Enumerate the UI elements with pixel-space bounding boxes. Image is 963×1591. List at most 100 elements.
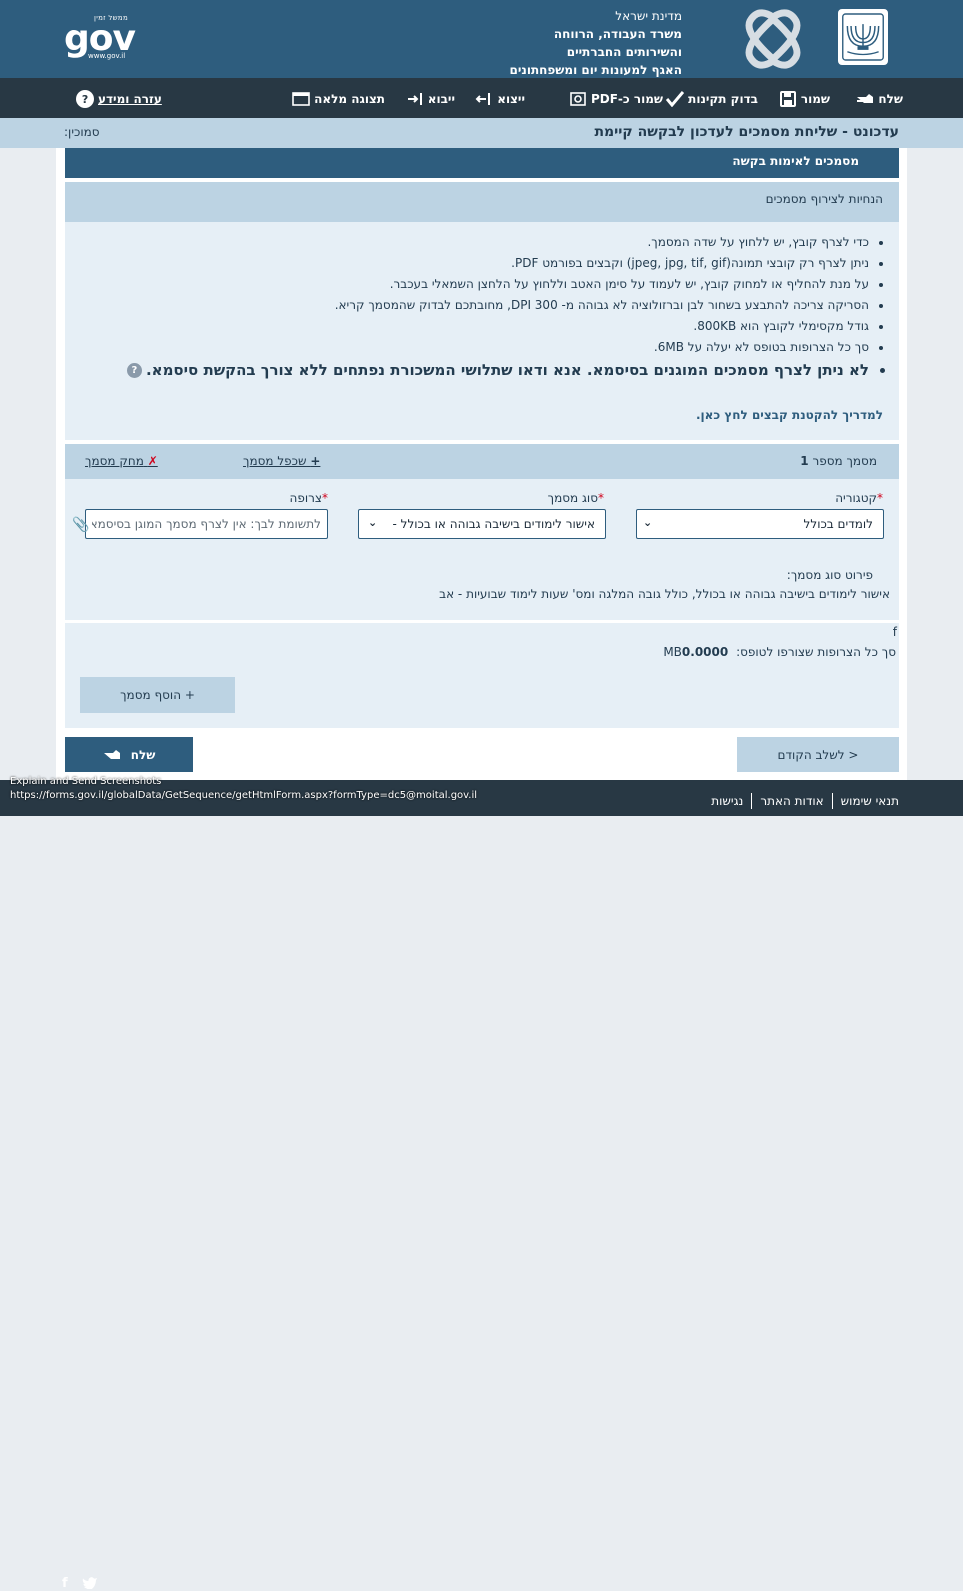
password-warning: לא ניתן לצרף מסמכים המוגנים בסיסמא. אנא … [83,358,869,382]
import-label: ייבוא [427,92,455,106]
question-icon[interactable]: ? [126,363,142,378]
site-header: מדינת ישראל משרד העבודה, הרווחה והשירותי… [0,0,963,78]
doc-type-value: אישור לימודים בישיבה גבוהה או בכולל - [392,517,596,531]
instruction-item: ניתן לצרף רק קובצי תמונה(jpeg, jpg, tif,… [83,253,869,274]
send-hand-icon [103,749,120,759]
import-icon [407,93,422,105]
save-label: שמור [800,92,830,106]
export-label: ייצוא [497,92,525,106]
delete-document-button[interactable]: ✗ מחק מסמך [85,454,158,468]
import-toolbar-button[interactable]: ייבוא [406,88,455,110]
instruction-item: כדי לצרף קובץ, יש ללחוץ על שדה המסמך. [83,232,869,253]
previous-step-button[interactable]: < לשלב הקודם [737,737,899,772]
chevron-down-icon: ⌄ [643,516,653,529]
stray-char: f [892,625,897,639]
help-icon: ? [76,90,94,108]
paperclip-icon[interactable]: 📎 [72,517,89,533]
validate-toolbar-button[interactable]: בדוק תקינות [666,88,758,110]
send-label: שלח [878,92,903,106]
pdf-icon [570,92,586,106]
form-toolbar: שלח שמור בדוק תקינות שמור כ-PDF ייצוא יי… [0,78,963,118]
plus-icon: + [310,454,321,468]
doc-type-select[interactable]: אישור לימודים בישיבה גבוהה או בכולל - ⌄ [358,509,606,539]
instruction-item: על מנת להחליף או למחוק קובץ, יש לעמוד על… [83,274,869,295]
ministry-line-3: והשירותים החברתיים [566,45,682,59]
save-pdf-toolbar-button[interactable]: שמור כ-PDF [569,88,663,110]
doc-type-detail-value: אישור לימודים בישיבה גבוהה או בכולל, כול… [439,587,890,601]
total-value: 0.0000 [681,645,729,659]
section-header: מסמכים לאימות בקשה [65,148,899,178]
reference-label: סמוכין: [64,125,100,139]
instruction-item: סך כל הצרופות בטופס לא יעלה על 6MB. [83,337,869,358]
social-icons: f [62,1576,98,1591]
state-emblem-icon [838,9,888,65]
delete-x-icon: ✗ [147,454,158,468]
facebook-icon[interactable]: f [62,1576,68,1591]
duplicate-document-label: שכפל מסמך [243,454,307,468]
duplicate-document-button[interactable]: + שכפל מסמך [243,454,320,468]
save-toolbar-button[interactable]: שמור [779,88,830,110]
required-mark: * [598,491,604,505]
password-warning-text: לא ניתן לצרף מסמכים המוגנים בסיסמא. אנא … [145,361,869,379]
twitter-icon[interactable] [82,1576,98,1589]
attachments-total: סך כל הצרופות שצורפו לטופס: MB0.0000 [663,645,896,659]
attachment-label: *צרופה [290,491,329,505]
document-header: מסמך מספר 1 + שכפל מסמך ✗ מחק מסמך [65,444,899,479]
instructions-panel: כדי לצרף קובץ, יש ללחוץ על שדה המסמך. ני… [65,222,899,440]
attachments-summary-panel: f סך כל הצרופות שצורפו לטופס: MB0.0000 +… [65,623,899,728]
send-button-label: שלח [130,747,156,762]
delete-document-label: מחק מסמך [85,454,144,468]
chevron-down-icon: ⌄ [365,516,381,529]
terms-of-use-link[interactable]: תנאי שימוש [841,794,899,808]
ministry-logo-icon [745,9,801,69]
send-button[interactable]: שלח [65,737,193,772]
section-title: מסמכים לאימות בקשה [732,154,859,168]
ministry-line-4: האגף למעונות יום ומשפחתונים [509,63,682,77]
footer-divider [751,793,753,809]
attachment-label-text: צרופה [289,491,323,505]
document-number: 1 [800,454,809,468]
help-toolbar-button[interactable]: עזרה ומידע ? [76,88,162,110]
overlay-url: https://forms.gov.il/globalData/GetSeque… [10,790,478,801]
doc-type-detail-label: פירוט סוג מסמך: [786,568,873,582]
save-pdf-label: שמור כ-PDF [590,92,663,106]
category-select[interactable]: לומדים בכולל ⌄ [636,509,884,539]
instructions-title: הנחיות לצירוף מסמכים [765,192,883,206]
export-icon [475,93,491,105]
required-mark: * [877,491,883,505]
file-size-guide-link[interactable]: למדריך להקטנת קבצים לחץ כאן. [696,408,883,422]
fullscreen-label: תצוגה מלאה [314,92,385,106]
instruction-item: גודל מקסימלי לקובץ הוא 800KB. [83,316,869,337]
send-toolbar-button[interactable]: שלח [856,88,903,110]
required-mark: * [322,491,328,505]
category-label-text: קטגוריה [835,491,877,505]
help-label: עזרה ומידע [98,92,162,106]
fullscreen-window-icon [292,92,310,106]
send-hand-icon [857,94,874,103]
checkmark-icon [666,91,685,107]
ministry-name: מדינת ישראל משרד העבודה, הרווחה והשירותי… [462,7,682,79]
document-title: מסמך מספר 1 [796,454,877,468]
about-site-link[interactable]: אודות האתר [760,794,823,808]
gov-logo-url: www.gov.il [88,52,126,60]
instructions-header: הנחיות לצירוף מסמכים [65,182,899,222]
overlay-title: Explain and Send Screenshots [10,776,162,787]
gov-logo[interactable]: ממשל זמין gov www.gov.il [64,14,144,64]
page-title: עדכונט - שליחת מסמכים לעדכון לבקשה קיימת [594,124,899,140]
validate-label: בדוק תקינות [688,92,758,106]
form-title-bar: עדכונט - שליחת מסמכים לעדכון לבקשה קיימת… [0,118,963,148]
category-label: *קטגוריה [835,491,883,505]
add-document-button[interactable]: + הוסף מסמך [80,677,235,713]
ministry-line-1: מדינת ישראל [615,9,682,23]
attachment-input[interactable] [85,509,328,539]
instruction-item: הסריקה צריכה להתבצע בשחור לבן וברזולוציה… [83,295,869,316]
status-overlay: Explain and Send Screenshots https://for… [10,775,477,803]
total-unit: MB [663,645,682,659]
fullscreen-toolbar-button[interactable]: תצוגה מלאה [292,88,385,110]
export-toolbar-button[interactable]: ייצוא [475,88,525,110]
instructions-list: כדי לצרף קובץ, יש ללחוץ על שדה המסמך. ני… [83,232,883,382]
floppy-disk-icon [779,91,796,107]
doc-type-label-text: סוג מסמך [547,491,598,505]
total-label: סך כל הצרופות שצורפו לטופס: [736,645,896,659]
accessibility-link[interactable]: נגישות [711,794,743,808]
